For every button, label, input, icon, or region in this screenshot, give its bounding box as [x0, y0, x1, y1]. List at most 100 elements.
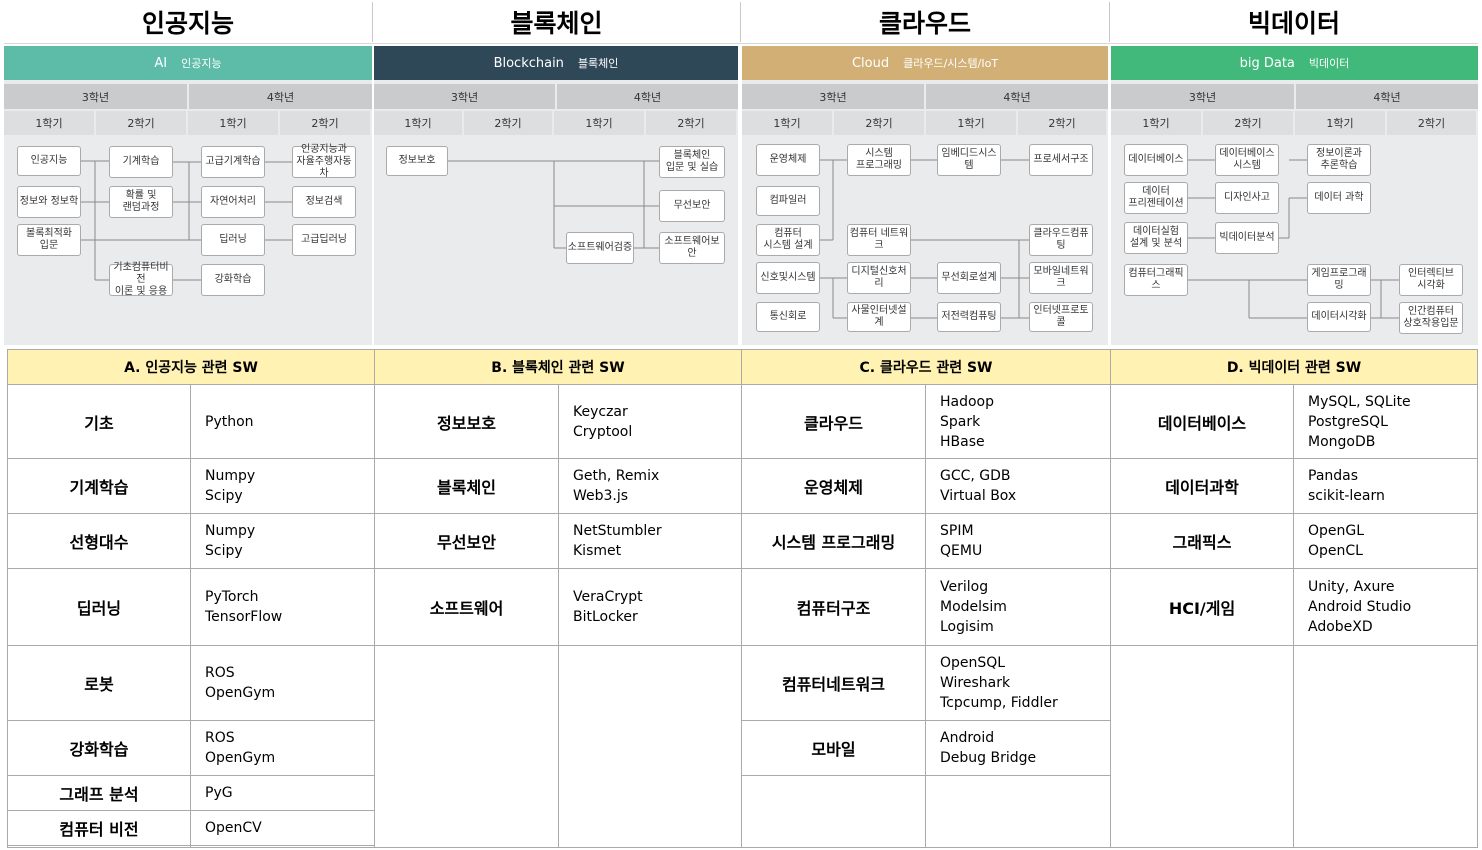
course-box[interactable]: 고급딥러닝: [292, 224, 356, 256]
course-box[interactable]: 데이터베이스 시스템: [1215, 144, 1279, 176]
course-box[interactable]: 모바일네트워크: [1029, 262, 1093, 294]
category-label: 시스템 프로그래밍: [742, 514, 926, 569]
course-box[interactable]: 클라우드컴퓨팅: [1029, 224, 1093, 256]
category-title-bigdata: 빅데이터: [1247, 9, 1340, 38]
table-header: D. 빅데이터 관련 SW: [1111, 350, 1477, 385]
course-box[interactable]: 데이터시각화: [1307, 302, 1371, 332]
course-box[interactable]: 시스템 프로그래밍: [847, 144, 911, 176]
course-box[interactable]: 정보이론과 추론학습: [1307, 144, 1371, 176]
sw-list: Geth, Remix Web3.js: [559, 459, 741, 514]
course-box[interactable]: 신호및시스템: [756, 262, 820, 294]
category-title-blockchain: 블록체인: [510, 9, 603, 38]
course-box[interactable]: 딥러닝: [201, 224, 265, 256]
category-label: 로봇: [8, 646, 191, 721]
sw-table-blockchain: B. 블록체인 관련 SW 정보보호 Keyczar Cryptool 블록체인 Get…: [374, 349, 742, 848]
sw-list: Numpy Scipy: [191, 459, 374, 514]
course-box[interactable]: 확률 및 랜덤과정: [109, 186, 173, 218]
course-box[interactable]: 컴퓨터 네트워크: [847, 224, 911, 256]
sw-list: PyTorch TensorFlow: [191, 569, 374, 646]
course-box[interactable]: 임베디드시스템: [937, 144, 1001, 176]
category-label: 기초: [8, 385, 191, 459]
sw-list: OpenCV: [191, 811, 374, 846]
course-box[interactable]: 인공지능과 자율주행자동차: [292, 144, 356, 179]
sw-list: PyG: [191, 776, 374, 811]
course-box[interactable]: 저전력컴퓨팅: [937, 302, 1001, 332]
sw-list: GCC, GDB Virtual Box: [926, 459, 1110, 514]
course-box[interactable]: 기계학습: [109, 146, 173, 178]
course-box[interactable]: 데이터 프리젠테이션: [1124, 182, 1188, 214]
empty-cell: [1111, 646, 1294, 847]
curriculum-panel-cloud: Cloud 클라우드/시스템/IoT 3학년 4학년 1학기 2학기 1학기 2학기 운영체제 컴…: [742, 46, 1108, 345]
category-label: 무선보안: [375, 514, 559, 569]
course-box[interactable]: 디자인사고: [1215, 182, 1279, 214]
table-header: B. 블록체인 관련 SW: [375, 350, 741, 385]
course-box[interactable]: 정보검색: [292, 186, 356, 218]
course-box[interactable]: 정보보호: [386, 146, 448, 176]
sw-table-ai: A. 인공지능 관련 SW 기초 Python 기계학습 Numpy Scipy 선형대수…: [7, 349, 375, 848]
sw-list: MySQL, SQLite PostgreSQL MongoDB: [1294, 385, 1477, 459]
empty-cell: [8, 846, 191, 847]
category-label: 블록체인: [375, 459, 559, 514]
empty-cell: [742, 776, 926, 847]
sw-list: VeraCrypt BitLocker: [559, 569, 741, 646]
course-box[interactable]: 인터넷프로토콜: [1029, 302, 1093, 332]
course-box[interactable]: 인터렉티브 시각화: [1399, 264, 1463, 296]
course-box[interactable]: 블록체인 입문 및 실습: [659, 146, 725, 178]
category-label: 딥러닝: [8, 569, 191, 646]
sw-list: ROS OpenGym: [191, 646, 374, 721]
category-label: 운영체제: [742, 459, 926, 514]
category-label: 그래픽스: [1111, 514, 1294, 569]
course-box[interactable]: 고급기계학습: [201, 146, 265, 178]
sw-list: NetStumbler Kismet: [559, 514, 741, 569]
sw-list: Pandas scikit-learn: [1294, 459, 1477, 514]
category-label: 컴퓨터구조: [742, 569, 926, 646]
course-box[interactable]: 소프트웨어보안: [659, 232, 725, 264]
course-box[interactable]: 컴퓨터그래픽스: [1124, 264, 1188, 296]
course-box[interactable]: 자연어처리: [201, 186, 265, 218]
course-box[interactable]: 기초컴퓨터비전 이론 및 응용: [109, 262, 173, 297]
category-label: HCI/게임: [1111, 569, 1294, 646]
course-box[interactable]: 볼록최적화 입문: [17, 224, 81, 256]
course-box[interactable]: 인공지능: [17, 146, 81, 176]
curriculum-panel-blockchain: Blockchain 블록체인 3학년 4학년 1학기 2학기 1학기 2학기 정보보호 소프트웨…: [374, 46, 738, 345]
sw-table-cloud: C. 클라우드 관련 SW 클라우드 Hadoop Spark HBase 운영체제 G…: [741, 349, 1111, 848]
course-box[interactable]: 데이터베이스: [1124, 144, 1188, 176]
category-label: 선형대수: [8, 514, 191, 569]
category-label: 데이터베이스: [1111, 385, 1294, 459]
category-label: 정보보호: [375, 385, 559, 459]
course-box[interactable]: 데이터실험 설계 및 분석: [1124, 222, 1188, 254]
course-box[interactable]: 데이터 과학: [1307, 182, 1371, 214]
sw-table-bigdata: D. 빅데이터 관련 SW 데이터베이스 MySQL, SQLite Postgre…: [1110, 349, 1478, 848]
sw-list: Keyczar Cryptool: [559, 385, 741, 459]
course-box[interactable]: 디지털신호처리: [847, 262, 911, 294]
sw-list: Hadoop Spark HBase: [926, 385, 1110, 459]
sw-list: Numpy Scipy: [191, 514, 374, 569]
category-title-cloud: 클라우드: [878, 9, 971, 38]
course-box[interactable]: 빅데이터분석: [1215, 222, 1279, 254]
category-label: 기계학습: [8, 459, 191, 514]
category-title-ai: 인공지능: [141, 9, 234, 38]
category-label: 모바일: [742, 721, 926, 776]
course-box[interactable]: 강화학습: [201, 264, 265, 296]
course-box[interactable]: 게임프로그래밍: [1307, 264, 1371, 296]
table-header: C. 클라우드 관련 SW: [742, 350, 1110, 385]
course-box[interactable]: 사물인터넷설계: [847, 302, 911, 332]
course-box[interactable]: 무선회로설계: [937, 262, 1001, 294]
course-box[interactable]: 프로세서구조: [1029, 144, 1093, 176]
course-box[interactable]: 컴파일러: [756, 186, 820, 216]
course-box[interactable]: 운영체제: [756, 144, 820, 176]
course-box[interactable]: 통신회로: [756, 302, 820, 332]
sw-list: Android Debug Bridge: [926, 721, 1110, 776]
category-label: 강화학습: [8, 721, 191, 776]
sw-list: Unity, Axure Android Studio AdobeXD: [1294, 569, 1477, 646]
category-label: 데이터과학: [1111, 459, 1294, 514]
course-box[interactable]: 컴퓨터 시스템 설계: [756, 224, 820, 256]
course-box[interactable]: 인간컴퓨터 상호작용입문: [1399, 302, 1463, 334]
course-box[interactable]: 소프트웨어검증: [566, 232, 634, 264]
curriculum-panel-bigdata: big Data 빅데이터 3학년 4학년 1학기 2학기 1학기 2학기 데이터베이스 데이터 …: [1111, 46, 1478, 345]
table-header: A. 인공지능 관련 SW: [8, 350, 374, 385]
course-box[interactable]: 무선보안: [659, 190, 725, 222]
curriculum-panel-ai: AI 인공지능 3학년 4학년 1학기 2학기 1학기 2학기 인공지능 정보와 정보학 볼록최적화…: [4, 46, 372, 345]
sw-list: ROS OpenGym: [191, 721, 374, 776]
course-box[interactable]: 정보와 정보학: [17, 186, 81, 218]
